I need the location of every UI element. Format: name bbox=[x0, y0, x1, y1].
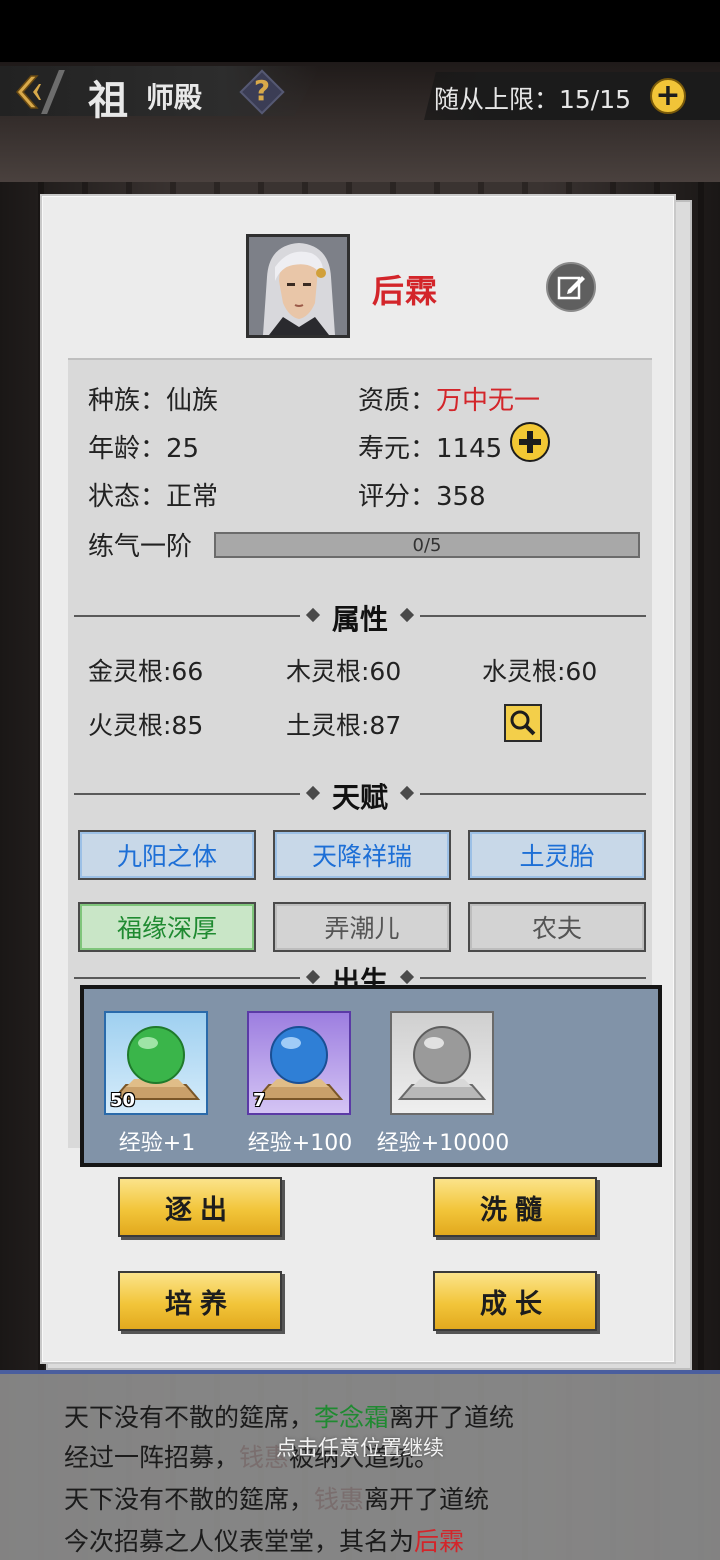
page-title-main: 祖 bbox=[88, 77, 130, 124]
log-text: 天下没有不散的筵席， bbox=[64, 1485, 315, 1514]
top-bar: 祖 师殿 ? 随从上限：15/15 + bbox=[0, 62, 720, 124]
help-button[interactable]: ? bbox=[239, 69, 285, 115]
talent-badge[interactable]: 天降祥瑞 bbox=[273, 830, 451, 880]
attributes-title: 属性 bbox=[331, 603, 388, 636]
log-text: 离开了道统 bbox=[389, 1403, 515, 1432]
character-name: 后霖 bbox=[372, 272, 439, 310]
follower-limit-text: 随从上限：15/15 bbox=[434, 85, 632, 114]
wash-marrow-button[interactable]: 洗髓 bbox=[433, 1177, 597, 1237]
log-line: 今次招募之人仪表堂堂，其名为后霖 bbox=[64, 1522, 464, 1558]
talent-badge[interactable]: 九阳之体 bbox=[78, 830, 256, 880]
item-count: 7 bbox=[253, 1090, 266, 1111]
metal-root-value: 金灵根:66 bbox=[88, 657, 204, 686]
item-count: 50 bbox=[110, 1090, 136, 1111]
plus-icon bbox=[519, 431, 541, 453]
exp-item-1[interactable]: 50 bbox=[104, 1011, 208, 1115]
divider bbox=[420, 793, 646, 795]
water-root-value: 水灵根:60 bbox=[482, 657, 598, 686]
log-line: 天下没有不散的筵席，钱惠离开了道统 bbox=[64, 1480, 489, 1516]
expel-button[interactable]: 逐出 bbox=[118, 1177, 282, 1237]
edit-icon bbox=[557, 276, 585, 300]
quality-label: 资质： bbox=[358, 386, 437, 416]
exp-item-3[interactable] bbox=[390, 1011, 494, 1115]
talent-badge[interactable]: 土灵胎 bbox=[468, 830, 646, 880]
edit-name-button[interactable] bbox=[546, 262, 596, 312]
continue-hint: 点击任意位置继续 bbox=[276, 1436, 444, 1460]
talents-title: 天赋 bbox=[331, 781, 388, 814]
wood-root-value: 木灵根:60 bbox=[286, 657, 402, 686]
item-label: 经验+10000 bbox=[376, 1131, 510, 1156]
age-text: 年龄：25 bbox=[88, 434, 200, 464]
back-button[interactable] bbox=[8, 72, 48, 112]
follower-limit-panel: 随从上限：15/15 + bbox=[424, 72, 720, 120]
back-chevron-icon bbox=[16, 75, 41, 109]
progress-text: 0/5 bbox=[412, 535, 442, 556]
event-log[interactable]: 天下没有不散的筵席，李念霜离开了道统 经过一阵招募，钱惠被纳入道统。 天下没有不… bbox=[0, 1370, 720, 1560]
divider bbox=[420, 615, 646, 617]
avatar[interactable] bbox=[246, 234, 350, 338]
item-label: 经验+1 bbox=[118, 1131, 196, 1156]
exp-items-popup: 50 经验+1 7 经验+100 经验+10000 bbox=[80, 985, 662, 1167]
log-name: 钱惠 bbox=[314, 1485, 365, 1514]
race-text: 种族：仙族 bbox=[88, 386, 219, 416]
log-name: 李念霜 bbox=[314, 1403, 390, 1432]
add-lifespan-button[interactable] bbox=[510, 422, 550, 462]
quality-text: 资质：万中无一 bbox=[358, 380, 540, 417]
character-portrait-icon bbox=[249, 237, 347, 335]
talent-badge[interactable]: 农夫 bbox=[468, 902, 646, 952]
item-label: 经验+100 bbox=[247, 1131, 353, 1156]
log-text: 离开了道统 bbox=[364, 1485, 490, 1514]
realm-label: 练气一阶 bbox=[88, 532, 193, 562]
status-text: 状态：正常 bbox=[88, 482, 219, 512]
divider bbox=[420, 977, 646, 979]
log-line: 天下没有不散的筵席，李念霜离开了道统 bbox=[64, 1398, 514, 1434]
log-text: 今次招募之人仪表堂堂，其名为 bbox=[64, 1527, 415, 1556]
score-text: 评分：358 bbox=[358, 482, 486, 512]
talents-header: 天赋 bbox=[74, 776, 646, 814]
log-name: 后霖 bbox=[414, 1527, 465, 1556]
talent-badge[interactable]: 弄潮儿 bbox=[273, 902, 451, 952]
page-title-sub: 师殿 bbox=[146, 81, 203, 114]
inspect-attributes-button[interactable] bbox=[504, 704, 542, 742]
cultivate-button[interactable]: 培养 bbox=[118, 1271, 282, 1331]
talent-badge[interactable]: 福缘深厚 bbox=[78, 902, 256, 952]
add-follower-button[interactable]: + bbox=[650, 78, 686, 114]
exp-item-2[interactable]: 7 bbox=[247, 1011, 351, 1115]
log-text: 天下没有不散的筵席， bbox=[64, 1403, 315, 1432]
fire-root-value: 火灵根:85 bbox=[88, 711, 204, 740]
question-icon: ? bbox=[253, 74, 271, 107]
white-orb-icon bbox=[397, 1026, 487, 1100]
grow-button[interactable]: 成长 bbox=[433, 1271, 597, 1331]
cultivation-progress-bar: 0/5 bbox=[214, 532, 640, 558]
lifespan-text: 寿元：1145 bbox=[358, 434, 503, 464]
quality-value: 万中无一 bbox=[436, 386, 541, 416]
search-icon bbox=[510, 710, 536, 736]
attributes-header: 属性 bbox=[74, 598, 646, 636]
earth-root-value: 土灵根:87 bbox=[286, 711, 402, 740]
